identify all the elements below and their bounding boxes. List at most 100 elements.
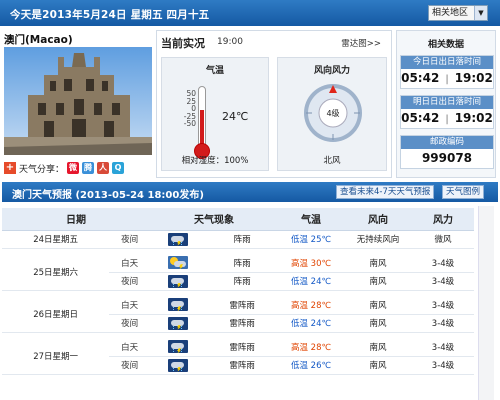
row-weather: 阵雨 xyxy=(206,272,278,291)
forecast-title: 澳门天气预报 (2013-05-24 18:00发布) xyxy=(12,190,204,201)
today-sun-label: 今日日出日落时间 xyxy=(401,56,493,69)
row-period: 夜间 xyxy=(109,314,150,333)
temp-value: 26℃ xyxy=(310,361,332,371)
radar-link[interactable]: 雷达图>> xyxy=(341,37,381,49)
row-temp: 低温 25℃ xyxy=(278,230,344,249)
row-day: 24日星期五 xyxy=(2,230,110,249)
plus-icon[interactable]: + xyxy=(4,162,16,174)
qzone-icon[interactable]: Q xyxy=(112,162,125,174)
top-bar: 今天是2013年5月24日 星期五 四月十五 相关地区 ▼ xyxy=(0,0,500,26)
row-wind-force: 3-4级 xyxy=(412,356,474,375)
tomorrow-sunrise: 05:42 xyxy=(401,111,440,125)
row-wind-direction: 南风 xyxy=(344,272,412,291)
row-wind-force: 3-4级 xyxy=(412,272,474,291)
temp-value: 30℃ xyxy=(310,258,332,269)
col-weather: 天气现象 xyxy=(150,208,278,231)
row-period: 白天 xyxy=(109,296,150,315)
row-wind-direction: 南风 xyxy=(344,254,412,273)
temp-label: 低温 xyxy=(290,319,308,329)
row-wind-direction: 南风 xyxy=(344,296,412,315)
row-weather: 雷阵雨 xyxy=(206,356,278,375)
tencent-weibo-icon[interactable]: 腾 xyxy=(82,162,95,174)
col-wind-direction: 风向 xyxy=(344,208,412,231)
share-label: 天气分享： xyxy=(19,164,65,175)
current-title: 当前实况 xyxy=(161,37,205,50)
tomorrow-sun-label: 明日日出日落时间 xyxy=(401,96,493,109)
thunderstorm-icon xyxy=(150,356,207,375)
related-region-value: 相关地区 xyxy=(432,8,469,18)
weather-share: + 天气分享： 微 腾 人 Q xyxy=(4,160,125,176)
row-temp: 高温 28℃ xyxy=(278,296,344,315)
current-time: 19:00 xyxy=(217,37,243,47)
related-region-select[interactable]: 相关地区 ▼ xyxy=(428,5,488,21)
wind-panel: 风向风力 4级 北风 xyxy=(277,57,387,171)
temp-value: 25℃ xyxy=(310,235,332,245)
row-day: 26日星期日 xyxy=(2,296,110,333)
temp-value: 24℃ xyxy=(310,277,332,287)
chevron-down-icon[interactable]: ▼ xyxy=(474,6,487,20)
row-wind-force: 3-4级 xyxy=(412,296,474,315)
row-wind-direction: 南风 xyxy=(344,356,412,375)
wind-compass-icon: 4级 xyxy=(304,84,362,142)
forecast-table: 日期 天气现象 气温 风向 风力 24日星期五 夜间 阵雨 低温 25℃ 无持续… xyxy=(2,208,474,375)
row-day: 25日星期六 xyxy=(2,254,110,291)
weibo-icon[interactable]: 微 xyxy=(67,162,80,174)
tomorrow-sunset: 19:02 xyxy=(454,111,493,125)
row-period: 夜间 xyxy=(109,272,150,291)
postal-code-box: 邮政编码 999078 xyxy=(400,135,494,169)
row-temp: 低温 24℃ xyxy=(278,272,344,291)
thunderstorm-icon xyxy=(150,314,207,333)
wind-direction: 北风 xyxy=(323,156,341,166)
city-photo xyxy=(4,47,152,155)
related-data: 相关数据 今日日出日落时间 05:42 | 19:02 明日日出日落时间 05:42… xyxy=(396,30,496,178)
temperature-panel: 气温 50 25 0 -25 -50 24℃ 相对湿度：100% xyxy=(161,57,269,171)
vertical-scrollbar[interactable] xyxy=(478,206,494,400)
temp-label: 低温 xyxy=(290,361,308,371)
temp-label: 低温 xyxy=(290,235,308,245)
row-period: 夜间 xyxy=(109,230,150,249)
row-wind-direction: 南风 xyxy=(344,314,412,333)
temp-value: 24℃ xyxy=(310,319,332,329)
temp-label: 高温 xyxy=(290,300,308,311)
scale-tick: -50 xyxy=(183,119,196,129)
temp-label: 低温 xyxy=(290,277,308,287)
col-date: 日期 xyxy=(2,208,150,231)
city-name: 澳门(Macao) xyxy=(4,34,73,46)
today-sunrise: 05:42 xyxy=(401,71,440,85)
table-row: 27日星期一 白天 雷阵雨 高温 28℃ 南风 3-4级 xyxy=(2,338,474,375)
thermometer-icon xyxy=(198,86,206,148)
today-sun-times: 今日日出日落时间 05:42 | 19:02 xyxy=(400,55,494,89)
time-separator: | xyxy=(445,74,449,85)
row-temp: 低温 26℃ xyxy=(278,356,344,375)
weather-legend-button[interactable]: 天气图例 xyxy=(442,185,485,199)
thunderstorm-icon xyxy=(150,296,207,315)
row-period: 夜间 xyxy=(109,356,150,375)
related-data-title: 相关数据 xyxy=(427,40,464,50)
temperature-value: 24℃ xyxy=(222,110,249,123)
row-day: 27日星期一 xyxy=(2,338,110,375)
tomorrow-sun-times: 明日日出日落时间 05:42 | 19:02 xyxy=(400,95,494,129)
view-4-7-day-button[interactable]: 查看未来4-7天天气预报 xyxy=(336,185,435,199)
table-row: 24日星期五 夜间 阵雨 低温 25℃ 无持续风向 微风 xyxy=(2,230,474,249)
row-temp: 低温 24℃ xyxy=(278,314,344,333)
row-wind-force: 微风 xyxy=(412,230,474,249)
temp-value: 28℃ xyxy=(310,342,332,353)
row-weather: 阵雨 xyxy=(206,254,278,273)
wind-title: 风向风力 xyxy=(313,66,350,76)
row-temp: 高温 28℃ xyxy=(278,338,344,357)
forecast-header: 澳门天气预报 (2013-05-24 18:00发布) 查看未来4-7天天气预报… xyxy=(2,182,498,202)
temp-label: 高温 xyxy=(290,258,308,269)
current-conditions: 当前实况 19:00 雷达图>> 气温 50 25 0 -25 -50 24℃ … xyxy=(156,30,392,178)
row-wind-direction: 无持续风向 xyxy=(344,230,412,249)
row-weather: 雷阵雨 xyxy=(206,314,278,333)
temperature-title: 气温 xyxy=(205,66,224,76)
row-wind-direction: 南风 xyxy=(344,338,412,357)
table-row: 26日星期日 白天 雷阵雨 高温 28℃ 南风 3-4级 xyxy=(2,296,474,333)
wind-level: 4级 xyxy=(326,108,339,118)
row-weather: 雷阵雨 xyxy=(206,296,278,315)
thunderstorm-icon xyxy=(150,338,207,357)
table-row: 25日星期六 白天 阵雨 高温 30℃ 南风 3-4级 xyxy=(2,254,474,291)
col-wind-force: 风力 xyxy=(412,208,474,231)
renren-icon[interactable]: 人 xyxy=(97,162,110,174)
sun-thunder-icon xyxy=(150,254,207,273)
